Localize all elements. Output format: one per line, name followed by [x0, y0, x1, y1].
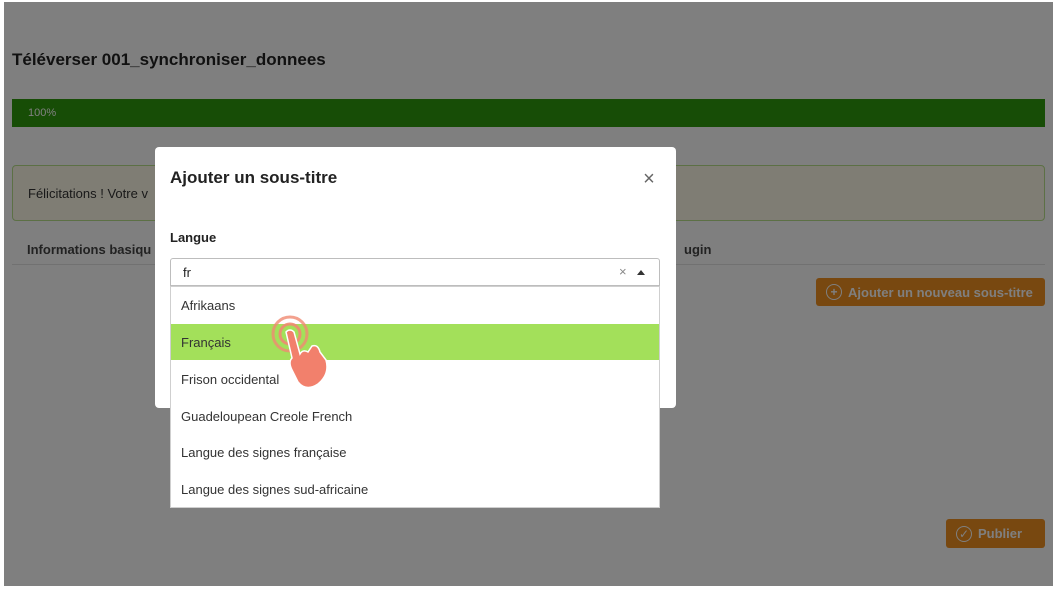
option-francais[interactable]: Français: [171, 324, 659, 360]
option-sasl[interactable]: Langue des signes sud-africaine: [171, 471, 659, 507]
option-lsf[interactable]: Langue des signes française: [171, 434, 659, 470]
pointer-hand-icon: [271, 315, 328, 389]
language-field-label: Langue: [170, 230, 217, 245]
close-icon[interactable]: ×: [641, 169, 657, 189]
app-frame: Téléverser 001_synchroniser_donnees 100%…: [4, 2, 1053, 586]
option-afrikaans[interactable]: Afrikaans: [171, 287, 659, 323]
caret-up-icon[interactable]: [637, 270, 645, 275]
option-frison-occidental[interactable]: Frison occidental: [171, 361, 659, 397]
clear-icon[interactable]: ×: [619, 264, 627, 279]
language-dropdown: Afrikaans Français Frison occidental Gua…: [170, 286, 660, 508]
modal-title: Ajouter un sous-titre: [170, 168, 338, 187]
language-search-input[interactable]: [183, 263, 603, 281]
option-guadeloupean-creole[interactable]: Guadeloupean Creole French: [171, 398, 659, 434]
language-select[interactable]: ×: [170, 258, 660, 286]
